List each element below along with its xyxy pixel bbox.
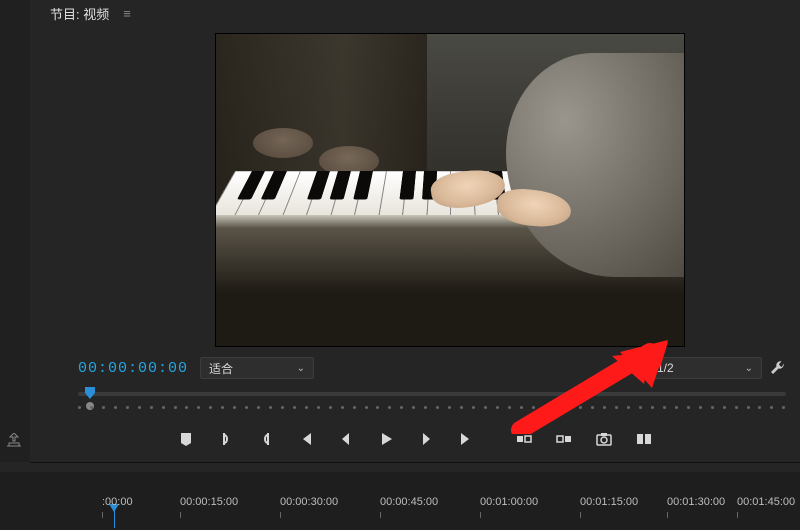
panel-menu-icon[interactable]: ≡ — [123, 6, 131, 21]
timeline-tick: 00:01:45:00 — [737, 496, 795, 508]
export-icon[interactable] — [6, 433, 22, 450]
timeline-playhead[interactable] — [114, 510, 115, 528]
zoom-fit-label: 适合 — [209, 360, 233, 377]
transport-bar — [30, 422, 800, 456]
current-timecode[interactable]: 00:00:00:00 — [78, 360, 196, 377]
insert-button[interactable] — [515, 430, 533, 448]
left-gutter — [0, 0, 31, 462]
zoom-fit-dropdown[interactable]: 适合 ⌄ — [200, 357, 314, 379]
mark-in-button[interactable] — [217, 430, 235, 448]
resolution-label: 1/2 — [657, 361, 674, 375]
tab-label: 节目: 视频 — [50, 4, 109, 23]
timeline-tick: :00:00 — [102, 496, 133, 508]
program-monitor-panel: 节目: 视频 ≡ 00:00:00:00 适合 — [30, 0, 800, 463]
timeline-panel: :00:00 00:00:15:00 00:00:30:00 00:00:45:00 0… — [0, 472, 800, 530]
go-to-out-button[interactable] — [457, 430, 475, 448]
video-preview[interactable] — [216, 34, 684, 346]
overwrite-button[interactable] — [555, 430, 573, 448]
go-to-in-button[interactable] — [297, 430, 315, 448]
video-frame-content — [216, 34, 684, 346]
mark-out-button[interactable] — [257, 430, 275, 448]
mini-playhead[interactable] — [84, 386, 96, 400]
step-forward-button[interactable] — [417, 430, 435, 448]
step-back-button[interactable] — [337, 430, 355, 448]
timeline-tick: 00:01:15:00 — [580, 496, 638, 508]
timeline-tick: 00:00:45:00 — [380, 496, 438, 508]
add-marker-button[interactable] — [177, 430, 195, 448]
chevron-down-icon: ⌄ — [745, 363, 753, 374]
timeline-tick: 00:01:00:00 — [480, 496, 538, 508]
monitor-control-row: 00:00:00:00 适合 ⌄ 1/2 ⌄ — [78, 356, 786, 380]
panel-tab-bar: 节目: 视频 ≡ — [30, 0, 800, 28]
timeline-ruler[interactable]: :00:00 00:00:15:00 00:00:30:00 00:00:45:00 0… — [102, 496, 800, 526]
settings-wrench-icon[interactable] — [770, 359, 786, 378]
timeline-tick: 00:01:30:00 — [667, 496, 725, 508]
chevron-down-icon: ⌄ — [297, 363, 305, 374]
panel-tab-program[interactable]: 节目: 视频 ≡ — [50, 4, 131, 23]
timeline-tick: 00:00:15:00 — [180, 496, 238, 508]
monitor-mini-ruler[interactable] — [78, 386, 786, 410]
resolution-dropdown[interactable]: 1/2 ⌄ — [648, 357, 762, 379]
export-frame-button[interactable] — [595, 430, 613, 448]
comparison-view-button[interactable] — [635, 430, 653, 448]
play-button[interactable] — [377, 430, 395, 448]
timeline-tick: 00:00:30:00 — [280, 496, 338, 508]
